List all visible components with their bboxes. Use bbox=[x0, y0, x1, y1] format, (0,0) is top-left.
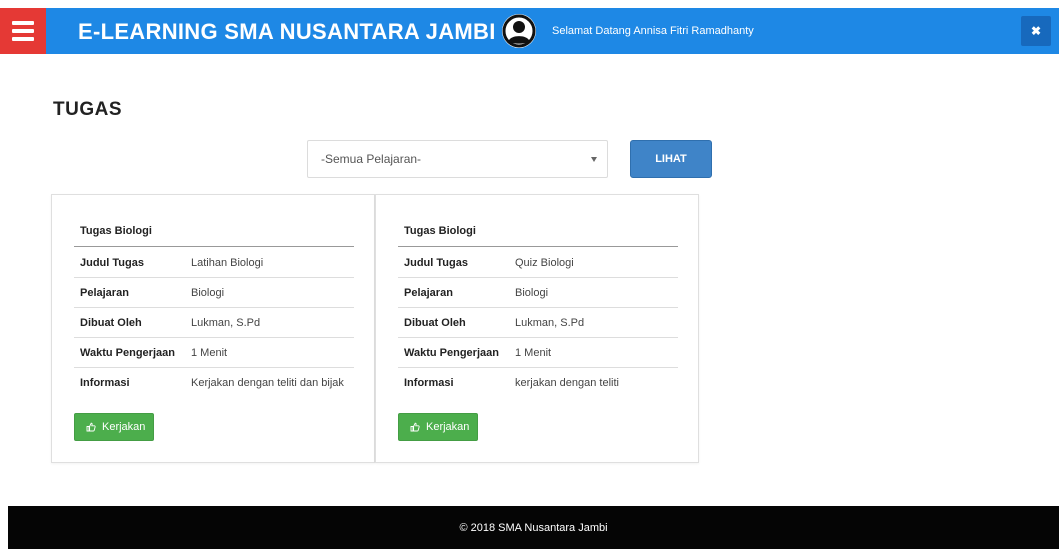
menu-bar-icon bbox=[12, 29, 34, 33]
task-card: Tugas Biologi Judul Tugas Latihan Biolog… bbox=[51, 194, 375, 463]
task-row-value: Lukman, S.Pd bbox=[515, 317, 585, 329]
user-avatar-icon[interactable] bbox=[502, 14, 536, 48]
task-row: Informasi kerjakan dengan teliti bbox=[398, 368, 678, 398]
subject-select-value: -Semua Pelajaran- bbox=[321, 152, 422, 166]
task-row: Judul Tugas Quiz Biologi bbox=[398, 248, 678, 278]
task-row-key: Dibuat Oleh bbox=[80, 317, 142, 329]
close-button[interactable]: ✖ bbox=[1021, 16, 1051, 46]
task-row-value: Lukman, S.Pd bbox=[191, 317, 261, 329]
task-row: Waktu Pengerjaan 1 Menit bbox=[398, 338, 678, 368]
task-row-value: Latihan Biologi bbox=[191, 257, 264, 269]
kerjakan-button-label: Kerjakan bbox=[426, 421, 470, 433]
task-row-key: Dibuat Oleh bbox=[404, 317, 466, 329]
close-icon: ✖ bbox=[1030, 24, 1042, 38]
page-title: TUGAS bbox=[53, 99, 122, 120]
task-row-value: Biologi bbox=[515, 287, 549, 299]
task-row-key: Judul Tugas bbox=[404, 257, 468, 269]
subject-select[interactable]: -Semua Pelajaran- bbox=[307, 140, 608, 178]
menu-bar-icon bbox=[12, 37, 34, 41]
task-row-value: kerjakan dengan teliti bbox=[515, 377, 619, 389]
task-row-key: Waktu Pengerjaan bbox=[80, 347, 175, 359]
kerjakan-button[interactable]: Kerjakan bbox=[398, 413, 478, 441]
task-card-title: Tugas Biologi bbox=[404, 225, 476, 237]
task-row: Waktu Pengerjaan 1 Menit bbox=[74, 338, 354, 368]
thumbs-up-icon bbox=[410, 422, 420, 432]
task-card-title: Tugas Biologi bbox=[80, 225, 152, 237]
task-row-key: Informasi bbox=[80, 377, 130, 389]
footer: © 2018 SMA Nusantara Jambi bbox=[8, 506, 1059, 549]
task-row-key: Pelajaran bbox=[404, 287, 453, 299]
thumbs-up-icon bbox=[86, 422, 96, 432]
task-row-value: Kerjakan dengan teliti dan bijak bbox=[191, 377, 344, 389]
divider bbox=[74, 246, 354, 247]
task-row-value: Biologi bbox=[191, 287, 225, 299]
task-row-value: 1 Menit bbox=[515, 347, 552, 359]
footer-copyright: © 2018 SMA Nusantara Jambi bbox=[459, 522, 608, 534]
task-row-key: Pelajaran bbox=[80, 287, 129, 299]
welcome-text: Selamat Datang Annisa Fitri Ramadhanty bbox=[552, 25, 754, 37]
task-row-value: 1 Menit bbox=[191, 347, 228, 359]
divider bbox=[398, 246, 678, 247]
task-row-key: Informasi bbox=[404, 377, 454, 389]
top-navbar: E-LEARNING SMA NUSANTARA JAMBI Selamat D… bbox=[0, 8, 1059, 54]
kerjakan-button[interactable]: Kerjakan bbox=[74, 413, 154, 441]
task-row: Pelajaran Biologi bbox=[74, 278, 354, 308]
task-row: Dibuat Oleh Lukman, S.Pd bbox=[74, 308, 354, 338]
task-row: Dibuat Oleh Lukman, S.Pd bbox=[398, 308, 678, 338]
task-row-key: Waktu Pengerjaan bbox=[404, 347, 499, 359]
task-row: Pelajaran Biologi bbox=[398, 278, 678, 308]
chevron-down-icon bbox=[591, 157, 597, 162]
hamburger-menu-button[interactable] bbox=[0, 8, 46, 54]
kerjakan-button-label: Kerjakan bbox=[102, 421, 146, 433]
view-button[interactable]: LIHAT bbox=[630, 140, 712, 178]
task-card: Tugas Biologi Judul Tugas Quiz Biologi P… bbox=[375, 194, 699, 463]
menu-bar-icon bbox=[12, 21, 34, 25]
task-row: Informasi Kerjakan dengan teliti dan bij… bbox=[74, 368, 354, 398]
app-title: E-LEARNING SMA NUSANTARA JAMBI bbox=[78, 19, 496, 44]
task-row: Judul Tugas Latihan Biologi bbox=[74, 248, 354, 278]
task-row-value: Quiz Biologi bbox=[515, 257, 574, 269]
task-row-key: Judul Tugas bbox=[80, 257, 144, 269]
